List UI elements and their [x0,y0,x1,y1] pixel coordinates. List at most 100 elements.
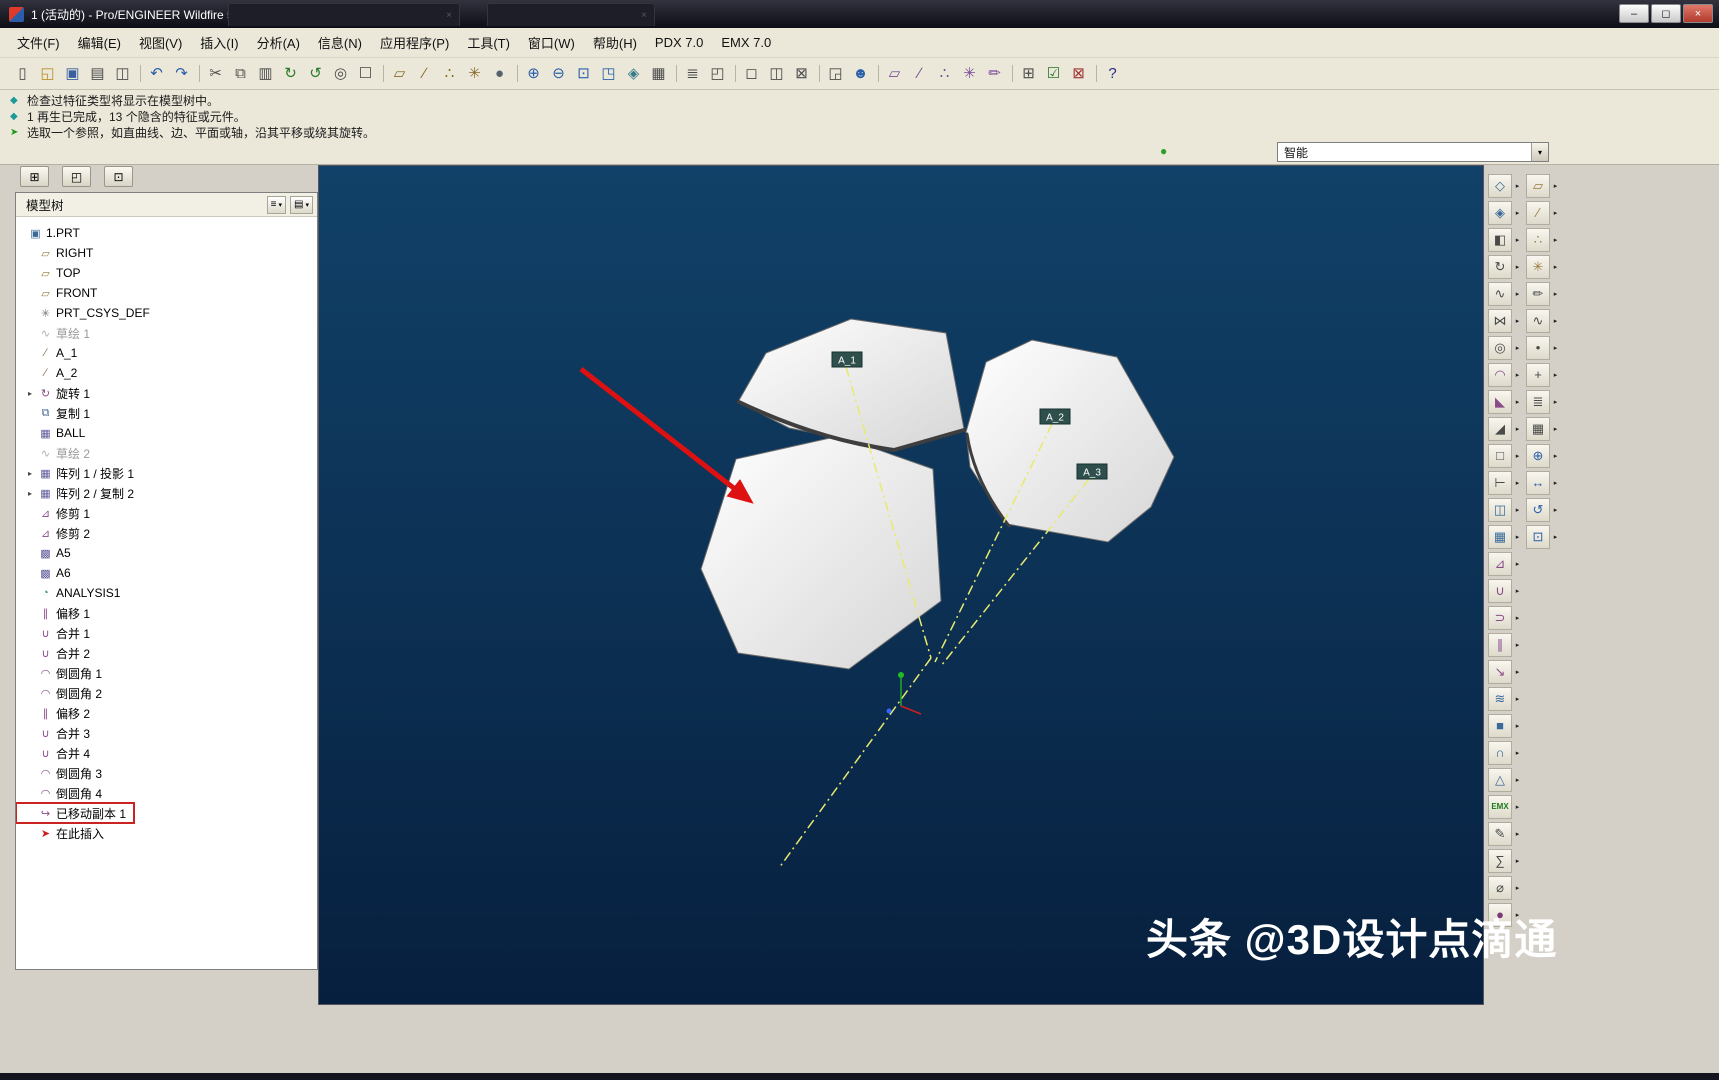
tree-item-pattern-2[interactable]: ▸ ▦ 阵列 2 / 复制 2 [16,483,317,503]
tree-item-copy-1[interactable]: ⧉ 复制 1 [16,403,317,423]
datum-csys-tool-button[interactable]: ✳ [957,61,982,86]
model-tree-tab[interactable]: ⊞ [20,166,49,187]
menu-help[interactable]: 帮助(H) [584,28,646,57]
flyout-arrow-icon[interactable]: ▸ [1512,606,1523,630]
undo-button[interactable]: ↶ [144,61,169,86]
maximize-button[interactable]: ◻ [1651,4,1681,23]
flyout-arrow-icon[interactable]: ▸ [1550,525,1561,549]
tool-button[interactable]: ∕ [1526,201,1550,225]
select-box-button[interactable]: ☐ [353,61,378,86]
tool-button[interactable]: ⊢ [1488,471,1512,495]
menu-view[interactable]: 视图(V) [130,28,191,57]
tree-item-round-3[interactable]: ◠ 倒圆角 3 [16,763,317,783]
menu-emx[interactable]: EMX 7.0 [712,30,780,55]
axis-label-a2[interactable]: A_2 [1040,409,1070,424]
menu-analysis[interactable]: 分析(A) [248,28,309,57]
flyout-arrow-icon[interactable]: ▸ [1550,471,1561,495]
flyout-arrow-icon[interactable]: ▸ [1512,876,1523,900]
close-window-button[interactable]: ⊠ [789,61,814,86]
tree-item-a1[interactable]: ∕ A_1 [16,343,317,363]
tool-button[interactable]: ◎ [1488,336,1512,360]
menu-file[interactable]: 文件(F) [8,28,69,57]
flyout-arrow-icon[interactable]: ▸ [1550,390,1561,414]
tree-item-moved-copy-1[interactable]: ↪ 已移动副本 1 [16,803,134,823]
folder-browser-tab[interactable]: ◰ [62,166,91,187]
tool-button[interactable]: ◇ [1488,174,1512,198]
new-window-button[interactable]: ◻ [739,61,764,86]
flyout-arrow-icon[interactable]: ▸ [1512,660,1523,684]
zoom-in-button[interactable]: ⊕ [521,61,546,86]
flyout-arrow-icon[interactable]: ▸ [1512,525,1523,549]
tool-button[interactable]: ↘ [1488,660,1512,684]
user-profile-button[interactable]: ☻ [848,61,873,86]
cut-button[interactable]: ✂ [203,61,228,86]
flyout-arrow-icon[interactable]: ▸ [1512,768,1523,792]
flyout-arrow-icon[interactable]: ▸ [1512,282,1523,306]
tree-item-offset-1[interactable]: ∥ 偏移 1 [16,603,317,623]
flyout-arrow-icon[interactable]: ▸ [1512,795,1523,819]
repaint-button[interactable]: ◈ [621,61,646,86]
tool-button[interactable]: ↺ [1526,498,1550,522]
tree-item-round-4[interactable]: ◠ 倒圆角 4 [16,783,317,803]
tool-button[interactable]: ⊕ [1526,444,1550,468]
tool-button[interactable]: ✏ [1526,282,1550,306]
save-button[interactable]: ▣ [60,61,85,86]
tool-button[interactable]: + [1526,363,1550,387]
tree-item-sketch-2[interactable]: ∿ 草绘 2 [16,443,317,463]
flyout-arrow-icon[interactable]: ▸ [1512,417,1523,441]
tool-button[interactable]: ⊡ [1526,525,1550,549]
tool-button[interactable]: ▦ [1488,525,1512,549]
tree-item-merge-2[interactable]: ∪ 合并 2 [16,643,317,663]
tree-item-top[interactable]: ▱ TOP [16,263,317,283]
flyout-arrow-icon[interactable]: ▸ [1512,336,1523,360]
model-tree-pane-button[interactable]: ⊞ [1016,61,1041,86]
tool-button[interactable]: ∿ [1488,282,1512,306]
menu-edit[interactable]: 编辑(E) [69,28,130,57]
flyout-arrow-icon[interactable]: ▸ [1512,174,1523,198]
tool-button[interactable]: EMX [1488,795,1512,819]
tool-button[interactable]: ✎ [1488,822,1512,846]
flyout-arrow-icon[interactable]: ▸ [1512,633,1523,657]
tool-button[interactable]: ⊃ [1488,606,1512,630]
tool-button[interactable]: ≣ [1526,390,1550,414]
tree-item-analysis1[interactable]: ◔ ANALYSIS1 [16,583,317,603]
tool-button[interactable]: ∑ [1488,849,1512,873]
tool-button[interactable]: • [1526,336,1550,360]
flyout-arrow-icon[interactable]: ▸ [1512,471,1523,495]
minimize-button[interactable]: – [1619,4,1649,23]
graphics-viewport[interactable]: A_1 A_2 A_3 [318,165,1484,1005]
tree-item-trim-2[interactable]: ⊿ 修剪 2 [16,523,317,543]
tool-button[interactable]: ∥ [1488,633,1512,657]
find-button[interactable]: ◎ [328,61,353,86]
tree-item-a2[interactable]: ∕ A_2 [16,363,317,383]
tree-item-insert-here[interactable]: ➤ 在此插入 [16,823,317,843]
flyout-arrow-icon[interactable]: ▸ [1512,849,1523,873]
selection-filter-combo[interactable]: 智能 ▾ [1277,142,1549,162]
tool-button[interactable]: ◢ [1488,417,1512,441]
flyout-arrow-icon[interactable]: ▸ [1512,363,1523,387]
tree-item-merge-3[interactable]: ∪ 合并 3 [16,723,317,743]
tab-close-icon[interactable]: × [641,10,647,21]
flyout-arrow-icon[interactable]: ▸ [1512,498,1523,522]
datum-axis-tool-button[interactable]: ∕ [907,61,932,86]
tool-button[interactable]: ⌀ [1488,876,1512,900]
tab-close-icon[interactable]: × [446,10,452,21]
tool-button[interactable]: ◧ [1488,228,1512,252]
menu-insert[interactable]: 插入(I) [191,28,247,57]
datum-plane-tool-button[interactable]: ▱ [882,61,907,86]
tool-button[interactable]: ⋈ [1488,309,1512,333]
flyout-arrow-icon[interactable]: ▸ [1550,444,1561,468]
expand-arrow-icon[interactable]: ▸ [28,489,38,498]
expand-arrow-icon[interactable]: ▸ [28,389,38,398]
menu-window[interactable]: 窗口(W) [519,28,584,57]
flyout-arrow-icon[interactable]: ▸ [1512,201,1523,225]
flyout-arrow-icon[interactable]: ▸ [1512,714,1523,738]
refit-button[interactable]: ⊡ [571,61,596,86]
close-button[interactable]: × [1683,4,1713,23]
menu-tools[interactable]: 工具(T) [458,28,519,57]
flyout-arrow-icon[interactable]: ▸ [1550,282,1561,306]
tool-button[interactable]: ⊿ [1488,552,1512,576]
tool-button[interactable]: ■ [1488,714,1512,738]
flyout-arrow-icon[interactable]: ▸ [1512,579,1523,603]
menu-applications[interactable]: 应用程序(P) [371,28,458,57]
